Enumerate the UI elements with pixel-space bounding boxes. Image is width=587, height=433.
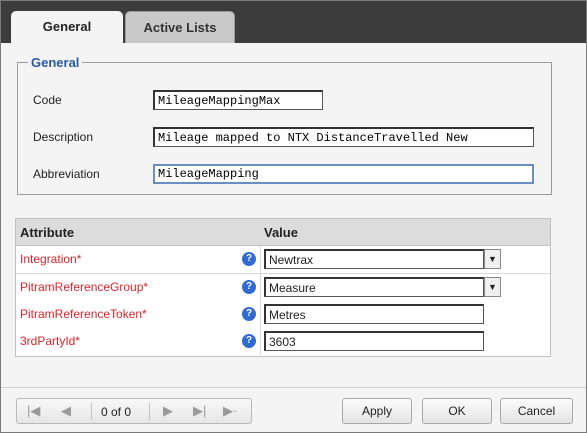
pager-extra-icon[interactable]: ▶· [223, 403, 237, 419]
help-icon[interactable]: ? [242, 334, 256, 348]
attributes-grid: Attribute Value Integration* ? Newtrax ▼… [15, 218, 551, 357]
attribute-row-pitram-reference-token: PitramReferenceToken* ? Metres [16, 301, 550, 329]
abbreviation-label: Abbreviation [33, 167, 100, 181]
dialog-window: General Active Lists General Code Descri… [0, 0, 587, 433]
footer-divider [1, 387, 586, 388]
attribute-name: PitramReferenceGroup* [20, 280, 149, 294]
column-divider [260, 328, 261, 355]
pager-divider [149, 403, 150, 420]
column-divider [260, 274, 261, 301]
column-divider [260, 301, 261, 328]
integration-select[interactable]: Newtrax [264, 249, 484, 269]
value-column-header[interactable]: Value [264, 225, 298, 240]
code-field[interactable] [153, 90, 323, 110]
description-label: Description [33, 130, 94, 144]
attribute-row-3rd-party-id: 3rdPartyId* ? 3603 [16, 328, 550, 355]
first-page-icon[interactable]: |◀ [27, 403, 40, 419]
attribute-name: Integration* [20, 252, 82, 266]
3rd-party-id-input[interactable]: 3603 [264, 331, 484, 351]
cancel-button[interactable]: Cancel [500, 398, 573, 424]
help-icon[interactable]: ? [242, 280, 256, 294]
tab-bar: General Active Lists [1, 1, 586, 43]
pager: |◀ ◀ 0 of 0 ▶ ▶| ▶· [16, 398, 252, 424]
chevron-down-icon[interactable]: ▼ [484, 249, 501, 269]
next-page-icon[interactable]: ▶ [163, 403, 173, 419]
last-page-icon[interactable]: ▶| [193, 403, 206, 419]
chevron-down-icon[interactable]: ▼ [484, 277, 501, 297]
grid-header: Attribute Value [16, 219, 550, 246]
code-label: Code [33, 93, 62, 107]
tab-general[interactable]: General [11, 11, 123, 43]
pitram-reference-group-select[interactable]: Measure [264, 277, 484, 297]
attribute-name: PitramReferenceToken* [20, 307, 147, 321]
attribute-row-integration: Integration* ? Newtrax ▼ [16, 246, 550, 274]
ok-button[interactable]: OK [422, 398, 492, 424]
attribute-row-pitram-reference-group: PitramReferenceGroup* ? Measure ▼ [16, 274, 550, 302]
general-group-legend: General [28, 55, 83, 70]
previous-page-icon[interactable]: ◀ [61, 403, 71, 419]
help-icon[interactable]: ? [242, 307, 256, 321]
tab-active-lists[interactable]: Active Lists [125, 11, 235, 43]
help-icon[interactable]: ? [242, 252, 256, 266]
apply-button[interactable]: Apply [342, 398, 412, 424]
description-field[interactable] [153, 127, 534, 147]
abbreviation-field[interactable] [153, 164, 534, 184]
attribute-column-header[interactable]: Attribute [20, 225, 74, 240]
pitram-reference-token-input[interactable]: Metres [264, 304, 484, 324]
pager-divider [91, 403, 92, 420]
column-divider [260, 246, 261, 273]
page-count: 0 of 0 [101, 405, 132, 419]
attribute-name: 3rdPartyId* [20, 334, 81, 348]
